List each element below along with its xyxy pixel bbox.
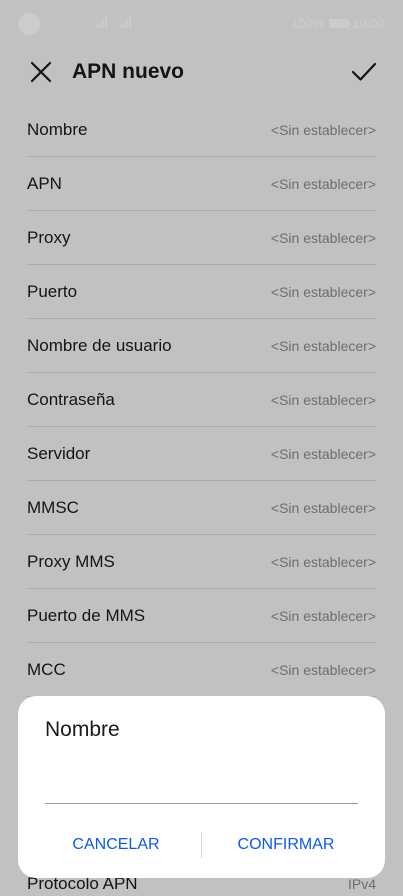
screen: 100% 10:00 APN nuevo Nombre <Sin estable… bbox=[0, 0, 403, 896]
confirm-button[interactable]: CONFIRMAR bbox=[216, 830, 356, 860]
dialog-actions: CANCELAR CONFIRMAR bbox=[18, 830, 385, 860]
name-dialog: Nombre CANCELAR CONFIRMAR bbox=[18, 696, 385, 878]
cancel-button[interactable]: CANCELAR bbox=[46, 830, 186, 860]
button-divider bbox=[201, 832, 202, 858]
name-input[interactable] bbox=[45, 760, 358, 804]
dialog-title: Nombre bbox=[45, 718, 120, 741]
